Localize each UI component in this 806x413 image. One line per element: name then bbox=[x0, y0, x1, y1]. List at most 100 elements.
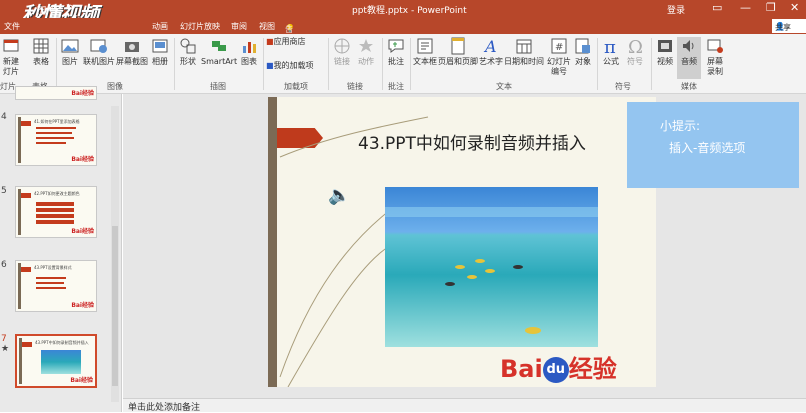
action-button[interactable]: 动作 bbox=[356, 37, 376, 67]
restore-button[interactable]: ❐ bbox=[766, 1, 776, 14]
svg-text:π: π bbox=[604, 37, 616, 55]
close-button[interactable]: ✕ bbox=[790, 1, 799, 14]
minimize-button[interactable]: — bbox=[740, 1, 751, 14]
fish bbox=[467, 275, 477, 279]
hash-icon: # bbox=[551, 38, 567, 54]
divider bbox=[263, 38, 264, 90]
shapes-icon bbox=[180, 38, 196, 54]
smartart-label: SmartArt bbox=[201, 57, 238, 66]
album-icon bbox=[152, 39, 168, 53]
store-button[interactable]: ■应用商店 bbox=[266, 37, 316, 47]
video-label: 视频 bbox=[657, 57, 673, 66]
tab-slideshow[interactable]: 幻灯片放映 bbox=[180, 21, 220, 32]
object-icon bbox=[575, 38, 590, 54]
svg-text:#: # bbox=[555, 42, 563, 53]
thumb-line bbox=[36, 202, 74, 206]
album-button[interactable]: 相册 bbox=[150, 37, 170, 67]
thumb-arrow bbox=[21, 267, 31, 272]
speaker-icon bbox=[683, 40, 694, 52]
datetime-button[interactable]: 日期和时间 bbox=[504, 37, 544, 67]
thumbnail-partial[interactable]: Bai经验 bbox=[15, 86, 97, 100]
store-icon: ■ bbox=[266, 37, 274, 46]
shapes-label: 形状 bbox=[180, 57, 196, 66]
fish bbox=[445, 282, 455, 286]
screen-recording-button[interactable]: 屏幕 录制 bbox=[704, 37, 726, 77]
header-footer-button[interactable]: 页眉和页脚 bbox=[438, 37, 478, 67]
symbol-button[interactable]: Ω 符号 bbox=[624, 37, 646, 67]
comment-icon bbox=[388, 39, 404, 53]
slide-title[interactable]: 43.PPT中如何录制音频并插入 bbox=[358, 129, 586, 154]
picture-icon bbox=[61, 39, 79, 53]
smartart-icon bbox=[212, 41, 226, 51]
divider bbox=[328, 38, 329, 90]
shapes-button[interactable]: 形状 bbox=[178, 37, 198, 67]
globe-icon bbox=[334, 38, 350, 54]
group-label-illustrations: 插图 bbox=[210, 82, 226, 91]
thumb-title: 42.PPT如何更改主题颜色 bbox=[34, 191, 80, 196]
screenshot-label: 屏幕截图 bbox=[116, 57, 148, 66]
baidu-logo: Bai经验 bbox=[71, 156, 94, 163]
audio-speaker-icon[interactable]: 🔈 bbox=[328, 185, 350, 206]
scrollbar-thumb[interactable] bbox=[112, 226, 118, 386]
picture-button[interactable]: 图片 bbox=[59, 37, 81, 67]
fish bbox=[455, 265, 465, 269]
baidu-logo: Bai经验 bbox=[71, 90, 94, 97]
chart-label: 图表 bbox=[241, 57, 257, 66]
chart-button[interactable]: 图表 bbox=[239, 37, 259, 67]
thumb-line bbox=[36, 220, 74, 224]
thumb-line bbox=[36, 137, 74, 139]
thumb-line bbox=[36, 214, 74, 218]
title-bar: 秒懂视频 🖫 ↶ ↷ ppt教程.pptx - PowerPoint 登录 ▭ … bbox=[0, 0, 806, 26]
tab-file[interactable]: 文件 bbox=[4, 21, 20, 32]
share-button[interactable]: 👤 共享 bbox=[772, 19, 806, 33]
undo-icon[interactable]: ↶ bbox=[48, 2, 57, 15]
thumbnail-scrollbar[interactable] bbox=[111, 106, 119, 402]
underwater-fish-photo[interactable] bbox=[385, 187, 598, 347]
textbox-button[interactable]: 文本框 bbox=[413, 37, 437, 67]
tip-body: 插入-音频选项 bbox=[669, 141, 746, 155]
group-label-comments: 批注 bbox=[388, 82, 404, 91]
ribbon-display-options-icon[interactable]: ▭ bbox=[712, 1, 722, 14]
textbox-icon bbox=[417, 38, 433, 54]
slide-number-button[interactable]: # 幻灯片 编号 bbox=[545, 37, 573, 77]
thumb-line bbox=[36, 287, 66, 289]
group-label-images: 图像 bbox=[107, 82, 123, 91]
comment-button[interactable]: 批注 bbox=[385, 37, 407, 67]
notes-pane[interactable]: 单击此处添加备注 bbox=[123, 398, 806, 413]
smartart-button[interactable]: SmartArt bbox=[201, 37, 237, 67]
group-label-symbols: 符号 bbox=[615, 82, 631, 91]
online-picture-icon bbox=[90, 39, 107, 53]
calendar-icon bbox=[516, 39, 532, 54]
thumb-arrow bbox=[21, 121, 31, 126]
table-button[interactable]: 表格 bbox=[30, 37, 52, 67]
table-label: 表格 bbox=[33, 57, 49, 66]
slide-thumbnail[interactable]: 43.PPT设置背景样式 Bai经验 bbox=[15, 260, 97, 312]
share-label: 共享 bbox=[775, 23, 791, 32]
online-picture-button[interactable]: 联机图片 bbox=[82, 37, 116, 67]
divider bbox=[597, 38, 598, 90]
new-slide-button[interactable]: 新建 灯片 bbox=[0, 37, 22, 77]
divider bbox=[651, 38, 652, 90]
current-slide[interactable]: 43.PPT中如何录制音频并插入 🔈 Bai du 经验 bbox=[268, 97, 656, 387]
slide-thumbnail[interactable]: 41.如何在PPT里添加表格 Bai经验 bbox=[15, 114, 97, 166]
ribbon-insert: 新建 灯片 表格 图片 联机图片 屏幕截图 相册 形状 SmartArt 图表 … bbox=[0, 34, 806, 94]
object-button[interactable]: 对象 bbox=[573, 37, 593, 67]
my-addins-button[interactable]: ■我的加载项 bbox=[266, 61, 326, 71]
tab-review[interactable]: 审阅 bbox=[231, 21, 247, 32]
login-button[interactable]: 登录 bbox=[667, 3, 685, 16]
redo-icon[interactable]: ↷ bbox=[66, 2, 75, 15]
equation-button[interactable]: π 公式 bbox=[600, 37, 622, 67]
online-picture-label: 联机图片 bbox=[83, 57, 115, 66]
logo-bai: Bai bbox=[500, 355, 543, 383]
wordart-button[interactable]: A 艺术字 bbox=[479, 37, 503, 67]
audio-button[interactable]: 音频 bbox=[677, 37, 701, 79]
slide-thumbnail-selected[interactable]: 43.PPT中如何录制音频并插入 Bai经验 bbox=[15, 334, 97, 388]
tab-animations[interactable]: 动画 bbox=[152, 21, 168, 32]
video-button[interactable]: 视频 bbox=[654, 37, 676, 67]
tip-overlay-box: 小提示: 插入-音频选项 bbox=[627, 102, 799, 188]
tab-view[interactable]: 视图 bbox=[259, 21, 275, 32]
screenshot-button[interactable]: 屏幕截图 bbox=[116, 37, 148, 67]
baidu-logo: Bai经验 bbox=[71, 228, 94, 235]
link-button[interactable]: 链接 bbox=[332, 37, 352, 67]
slide-thumbnail[interactable]: 42.PPT如何更改主题颜色 Bai经验 bbox=[15, 186, 97, 238]
